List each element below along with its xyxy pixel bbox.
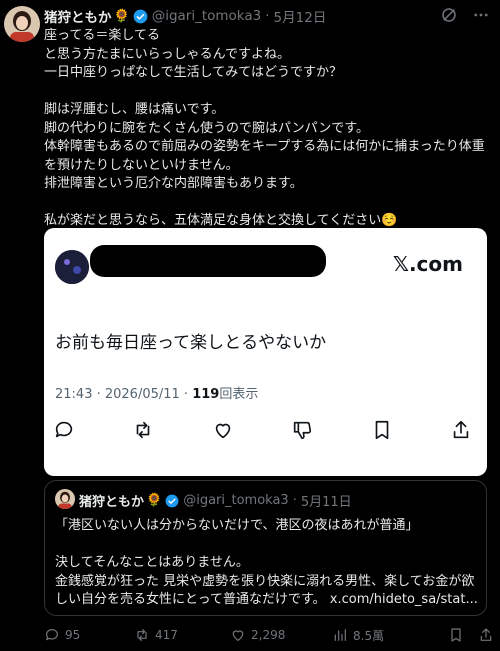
quoted-separator: · (292, 493, 297, 508)
tweet-header: 猪狩ともか 🌻 @igari_tomoka3 · 5月12日 (44, 6, 326, 26)
quoted-handle: @igari_tomoka3 (183, 493, 289, 508)
views-button[interactable]: 8.5萬 (332, 627, 432, 644)
dislike-icon (290, 418, 314, 442)
retweet-count-icon (137, 629, 147, 641)
card-body-text: お前も毎日座って楽しとるやないか (55, 333, 327, 353)
engagement-bar: 95 417 2,298 8.5萬 (44, 624, 494, 646)
retweet-icon (131, 418, 155, 442)
card-views-count: 119 (192, 387, 220, 402)
card-meta: 21:43 · 2026/05/11 · 119回表示 (55, 383, 258, 402)
card-action-bar (52, 418, 473, 442)
quoted-header: 猪狩ともか 🌻 @igari_tomoka3 · 5月11日 (79, 491, 352, 510)
bookmark-action-icon (451, 628, 461, 642)
like-count-icon (232, 630, 244, 641)
like-count: 2,298 (251, 628, 286, 642)
quoted-date: 5月11日 (300, 495, 352, 510)
retweet-button[interactable]: 417 (134, 627, 230, 643)
card-avatar (55, 250, 89, 284)
quoted-author-name: 猪狩ともか (79, 495, 145, 510)
quoted-verified-badge-icon (165, 494, 179, 508)
share-action-icon (480, 628, 492, 641)
more-options-icon[interactable] (472, 6, 490, 28)
reply-count-icon (46, 629, 58, 641)
quoted-author-avatar (55, 489, 75, 509)
verified-badge-icon (133, 9, 148, 24)
reply-count: 95 (65, 628, 81, 642)
embedded-image-card[interactable]: 𝕏.com お前も毎日座って楽しとるやないか 21:43 · 2026/05/1… (44, 228, 487, 476)
sunflower-emoji: 🌻 (113, 8, 130, 24)
like-button[interactable]: 2,298 (230, 627, 332, 643)
share-button[interactable] (478, 627, 494, 643)
views-count: 8.5萬 (353, 628, 385, 643)
card-views-label: 回表示 (219, 387, 259, 402)
author-avatar[interactable] (4, 6, 40, 42)
views-count-icon (334, 629, 346, 641)
quoted-tweet[interactable]: 猪狩ともか 🌻 @igari_tomoka3 · 5月11日 「港区いない人は分… (44, 480, 487, 616)
reply-icon (52, 418, 76, 442)
reply-button[interactable]: 95 (44, 627, 134, 643)
tweet-text: 座ってる＝楽してる と思う方たまにいらっしゃるんですよね。 一日中座りっぱなしで… (44, 28, 485, 228)
redacted-name-block (90, 245, 326, 277)
quoted-link[interactable]: x.com/hideto_sa/stat... (330, 592, 478, 607)
bookmark-icon (370, 418, 394, 442)
tweet-date[interactable]: 5月12日 (274, 6, 327, 26)
separator: · (265, 8, 270, 24)
author-handle[interactable]: @igari_tomoka3 (152, 8, 262, 24)
share-icon (449, 418, 473, 442)
bookmark-button[interactable] (448, 627, 464, 643)
x-com-logo: 𝕏.com (392, 252, 463, 276)
quoted-text: 「港区いない人は分からないだけで、港区の夜はあれが普通」 決してそんなことはあり… (55, 517, 479, 610)
author-name[interactable]: 猪狩ともか (44, 6, 112, 26)
card-time: 21:43 · 2026/05/11 · (55, 387, 193, 402)
quoted-sunflower-emoji: 🌻 (146, 493, 163, 508)
grok-icon[interactable] (440, 6, 458, 28)
like-icon (211, 418, 235, 442)
retweet-count: 417 (155, 628, 178, 642)
